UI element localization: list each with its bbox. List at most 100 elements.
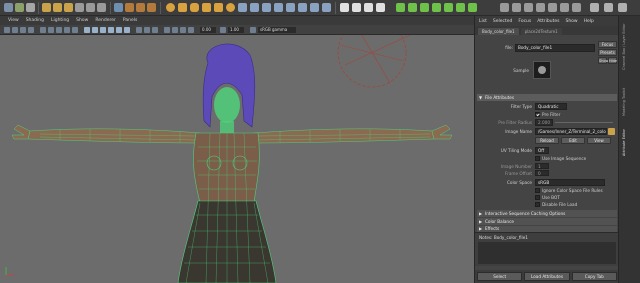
rotate-tool-icon[interactable] <box>53 3 62 12</box>
move-tool-icon[interactable] <box>42 3 51 12</box>
viewport-menu-lighting[interactable]: Lighting <box>51 18 69 23</box>
tab-channel-box[interactable]: Channel Box / Layer Editor <box>622 20 628 70</box>
lasso-tool-icon[interactable] <box>15 3 24 12</box>
node-editor-icon[interactable] <box>408 3 417 12</box>
field-chart-icon[interactable] <box>72 27 78 33</box>
layout-hypershade-icon[interactable] <box>548 3 557 12</box>
tab-body-color-file1[interactable]: Body_color_file1 <box>478 28 519 35</box>
smooth-icon[interactable] <box>262 3 271 12</box>
render-settings-icon[interactable] <box>147 3 156 12</box>
motion-blur-icon[interactable] <box>144 27 150 33</box>
folder-icon[interactable] <box>608 128 615 135</box>
smooth-shade-icon[interactable] <box>92 27 98 33</box>
render-frame-icon[interactable] <box>125 3 134 12</box>
left-arm-mesh[interactable] <box>27 128 201 144</box>
select-button[interactable]: Select <box>477 272 523 281</box>
light-manipulator[interactable] <box>337 35 407 88</box>
paint-weights-icon[interactable] <box>352 3 361 12</box>
grid-toggle-icon[interactable] <box>40 27 46 33</box>
script-editor-icon[interactable] <box>468 3 477 12</box>
layout-uv-icon[interactable] <box>560 3 569 12</box>
wireframe-icon[interactable] <box>84 27 90 33</box>
uv-tiling-mode-dropdown[interactable]: Off <box>535 147 549 154</box>
toggle-modeling-toolkit-icon[interactable] <box>590 3 599 12</box>
tab-attribute-editor[interactable]: Attribute Editor <box>622 120 628 156</box>
gamma-field[interactable]: 1.00 <box>228 27 244 33</box>
viewport-menu-renderer[interactable]: Renderer <box>95 18 116 23</box>
perspective-viewport[interactable] <box>0 35 474 283</box>
bookmark-icon[interactable] <box>20 27 26 33</box>
color-space-dropdown[interactable]: sRGB <box>535 179 605 186</box>
plane-icon[interactable] <box>214 3 223 12</box>
screen-space-ao-icon[interactable] <box>136 27 142 33</box>
ae-menu-list[interactable]: List <box>479 19 487 24</box>
tab-place2dtexture1[interactable]: place2dTexture1 <box>520 28 562 35</box>
isolate-select-icon[interactable] <box>164 27 170 33</box>
cylinder-icon[interactable] <box>190 3 199 12</box>
use-bot-checkbox[interactable] <box>535 195 540 200</box>
use-all-lights-icon[interactable] <box>116 27 122 33</box>
color-management-icon[interactable] <box>250 27 256 33</box>
view-button[interactable]: View <box>587 137 611 144</box>
ipr-render-icon[interactable] <box>136 3 145 12</box>
resolution-gate-icon[interactable] <box>56 27 62 33</box>
outliner-icon[interactable] <box>396 3 405 12</box>
tab-modeling-toolkit[interactable]: Modeling Toolkit <box>622 76 628 116</box>
construction-history-icon[interactable] <box>114 3 123 12</box>
reload-button[interactable]: Reload <box>535 137 559 144</box>
gate-mask-icon[interactable] <box>64 27 70 33</box>
ae-menu-show[interactable]: Show <box>565 19 577 24</box>
scale-tool-icon[interactable] <box>64 3 73 12</box>
ae-menu-selected[interactable]: Selected <box>493 19 513 24</box>
pre-filter-radius-slider[interactable] <box>555 122 613 123</box>
sphere-icon[interactable] <box>166 3 175 12</box>
cone-icon[interactable] <box>202 3 211 12</box>
pre-filter-radius-field[interactable]: 2.000 <box>535 119 553 126</box>
paint-select-icon[interactable] <box>26 3 35 12</box>
hypershade-icon[interactable] <box>420 3 429 12</box>
left-hand-mesh[interactable] <box>11 124 31 140</box>
bridge-icon[interactable] <box>286 3 295 12</box>
cube-icon[interactable] <box>178 3 187 12</box>
target-weld-icon[interactable] <box>322 3 331 12</box>
exposure-field[interactable]: 0.00 <box>200 27 216 33</box>
viewport-menu-panels[interactable]: Panels <box>123 18 137 23</box>
film-gate-icon[interactable] <box>48 27 54 33</box>
torso-mesh[interactable] <box>193 132 260 204</box>
node-name-field[interactable]: Body_color_file1 <box>515 44 595 52</box>
bevel-icon[interactable] <box>298 3 307 12</box>
snap-point-icon[interactable] <box>97 3 106 12</box>
ae-menu-focus[interactable]: Focus <box>518 19 531 24</box>
xray-joints-icon[interactable] <box>180 27 186 33</box>
layout-script-icon[interactable] <box>572 3 581 12</box>
edit-button[interactable]: Edit <box>561 137 585 144</box>
show-button[interactable]: Show <box>598 57 608 64</box>
head-mesh[interactable] <box>214 87 240 123</box>
viewport-menu-shading[interactable]: Shading <box>26 18 44 23</box>
use-image-sequence-checkbox[interactable] <box>535 156 540 161</box>
camera-attributes-icon[interactable] <box>12 27 18 33</box>
layout-single-icon[interactable] <box>500 3 509 12</box>
camera-select-icon[interactable] <box>4 27 10 33</box>
ae-menu-attributes[interactable]: Attributes <box>537 19 559 24</box>
layout-four-icon[interactable] <box>512 3 521 12</box>
viewport-menu-show[interactable]: Show <box>76 18 88 23</box>
multi-cut-icon[interactable] <box>310 3 319 12</box>
viewport-menu-view[interactable]: View <box>8 18 19 23</box>
right-hand-mesh[interactable] <box>431 124 453 140</box>
presets-button[interactable]: Presets <box>598 49 617 56</box>
snap-grid-icon[interactable] <box>75 3 84 12</box>
layout-graph-icon[interactable] <box>536 3 545 12</box>
toggle-attribute-editor-icon[interactable] <box>604 3 613 12</box>
layout-outliner-icon[interactable] <box>524 3 533 12</box>
shadows-icon[interactable] <box>124 27 130 33</box>
section-interactive-sequence-caching[interactable]: ▶ Interactive Sequence Caching Options <box>477 210 617 217</box>
frame-offset-field[interactable]: 0 <box>535 170 549 176</box>
toggle-channel-box-icon[interactable] <box>618 3 627 12</box>
xray-components-icon[interactable] <box>188 27 194 33</box>
ae-menu-help[interactable]: Help <box>584 19 594 24</box>
filter-type-dropdown[interactable]: Quadratic <box>535 103 567 110</box>
textured-icon[interactable] <box>108 27 114 33</box>
xray-icon[interactable] <box>172 27 178 33</box>
quick-rig-icon[interactable] <box>376 3 385 12</box>
